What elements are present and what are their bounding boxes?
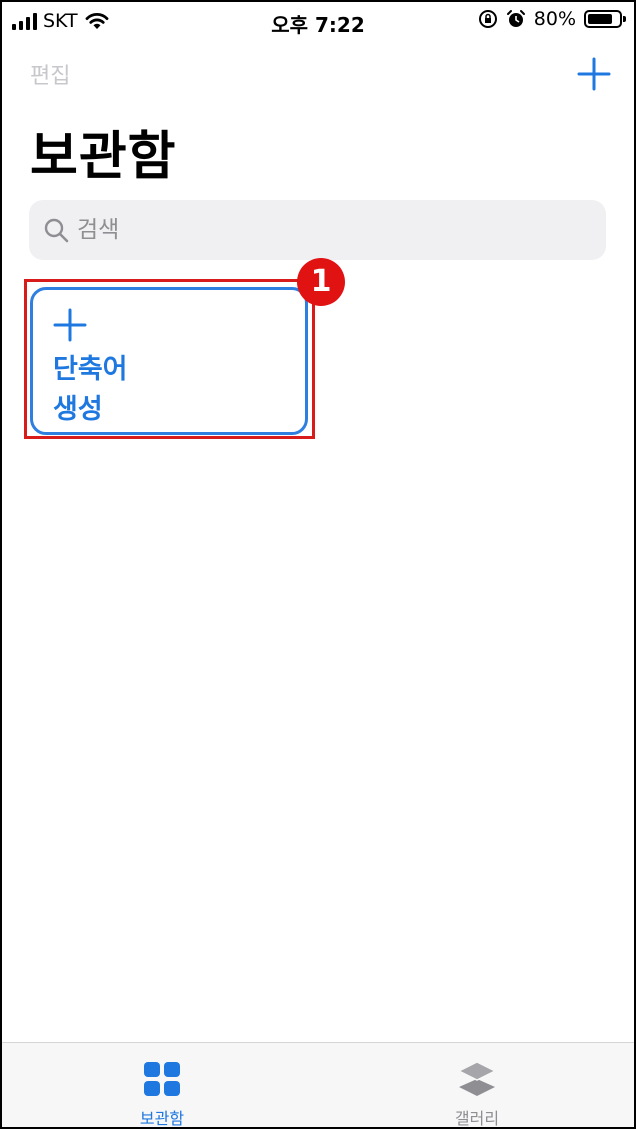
create-shortcut-label-line2: 생성 [53,394,103,425]
plus-icon [53,308,87,342]
tab-gallery-label: 갤러리 [454,1109,500,1128]
step-badge: 1 [297,258,345,306]
battery-percent: 80% [533,8,576,30]
rotation-lock-icon [478,10,497,28]
layers-icon [457,1061,497,1096]
grid-icon [144,1062,180,1096]
search-bar[interactable] [29,200,606,260]
tab-bar: 보관함 갤러리 [2,1042,634,1128]
phone-screen: SKT 오후 7:22 80% 편집 보관함 검색 단축어 생성 1 보관함 갤… [0,0,636,1129]
search-icon [44,218,69,243]
battery-icon [584,10,626,28]
status-right: 80% [478,8,626,30]
plus-icon[interactable] [576,56,612,92]
create-shortcut-label: 단축어 생성 [53,350,128,430]
tab-library-label: 보관함 [139,1109,185,1128]
page-title: 보관함 [30,127,177,187]
alarm-icon [506,10,525,27]
tab-library[interactable]: 보관함 [62,1043,262,1128]
create-shortcut-button[interactable]: 단축어 생성 [30,287,308,435]
create-shortcut-label-line1: 단축어 [53,354,128,385]
status-bar: SKT 오후 7:22 80% [2,2,634,42]
tab-gallery[interactable]: 갤러리 [377,1043,577,1128]
edit-button[interactable]: 편집 [30,58,70,90]
search-input[interactable] [75,216,559,244]
